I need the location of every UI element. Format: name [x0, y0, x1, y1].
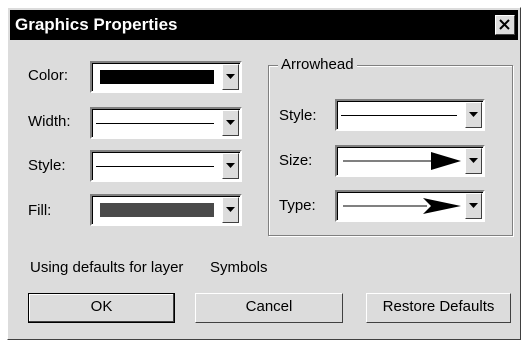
fill-swatch: [100, 203, 214, 217]
width-dropdown-button[interactable]: [222, 110, 239, 136]
restore-defaults-button[interactable]: Restore Defaults: [366, 293, 511, 323]
style-dropdown-button[interactable]: [222, 153, 239, 179]
chevron-down-icon: [226, 207, 235, 212]
chevron-down-icon: [226, 74, 235, 79]
arrow-type-dropdown[interactable]: [335, 190, 485, 222]
arrow-type-label: Type:: [279, 197, 316, 214]
width-preview-line: [96, 123, 214, 124]
arrowhead-icon: [343, 198, 461, 214]
chevron-down-icon: [226, 120, 235, 125]
color-dropdown[interactable]: [90, 61, 242, 93]
color-swatch: [100, 70, 214, 84]
arrow-style-preview-line: [341, 115, 457, 116]
graphics-properties-dialog: Graphics Properties Color: Width: Style:…: [7, 7, 521, 340]
fill-dropdown-button[interactable]: [222, 197, 239, 223]
close-icon: [499, 19, 510, 30]
arrowhead-group-label: Arrowhead: [278, 56, 357, 73]
style-dropdown[interactable]: [90, 150, 242, 182]
fill-dropdown[interactable]: [90, 194, 242, 226]
chevron-down-icon: [469, 158, 478, 163]
chevron-down-icon: [469, 112, 478, 117]
arrow-style-label: Style:: [279, 107, 317, 124]
arrow-style-dropdown[interactable]: [335, 99, 485, 131]
cancel-button[interactable]: Cancel: [195, 293, 343, 323]
width-dropdown[interactable]: [90, 107, 242, 139]
arrow-style-dropdown-button[interactable]: [465, 102, 482, 128]
close-button[interactable]: [495, 15, 515, 35]
color-label: Color:: [28, 67, 69, 84]
title-bar: Graphics Properties: [10, 10, 518, 40]
width-label: Width:: [28, 113, 71, 130]
style-preview-line: [96, 166, 214, 167]
color-dropdown-button[interactable]: [222, 64, 239, 90]
fill-label: Fill:: [28, 202, 52, 219]
arrow-size-dropdown[interactable]: [335, 145, 485, 177]
chevron-down-icon: [469, 203, 478, 208]
chevron-down-icon: [226, 163, 235, 168]
layer-name: Symbols: [210, 259, 268, 276]
arrowhead-icon: [343, 152, 461, 170]
style-label: Style:: [28, 157, 66, 174]
arrow-type-dropdown-button[interactable]: [465, 193, 482, 219]
ok-button[interactable]: OK: [28, 293, 175, 323]
window-title: Graphics Properties: [15, 15, 178, 34]
arrow-size-dropdown-button[interactable]: [465, 148, 482, 174]
status-text: Using defaults for layer: [30, 259, 184, 276]
arrow-size-label: Size:: [279, 152, 313, 169]
